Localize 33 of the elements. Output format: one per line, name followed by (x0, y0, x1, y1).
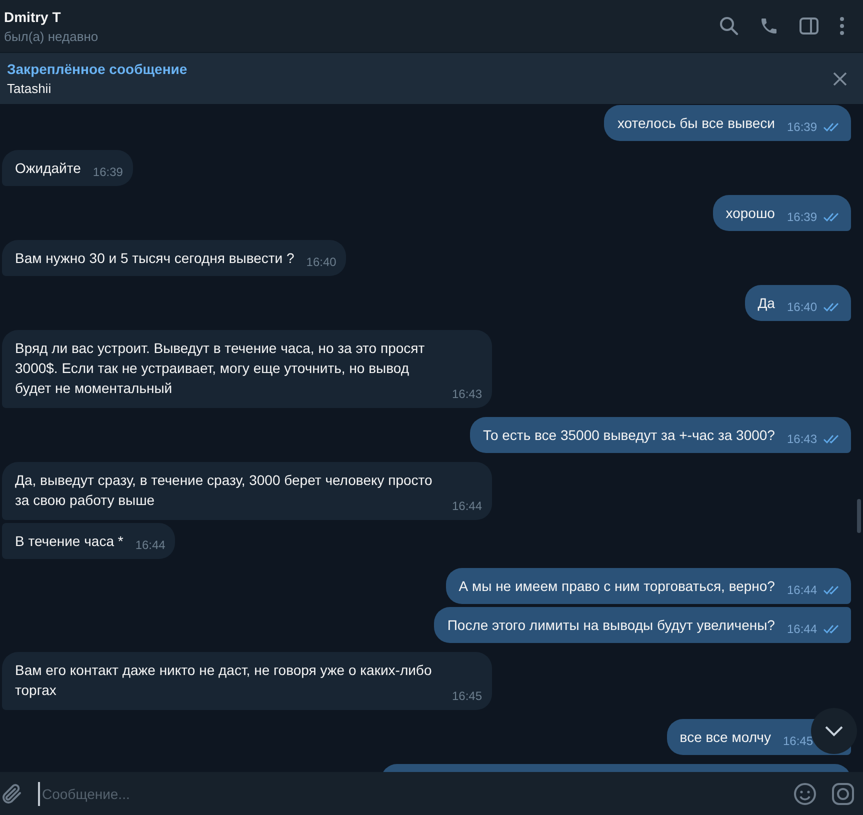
message-text: хотелось бы все вывеси (617, 114, 775, 133)
composer-bar[interactable]: Сообщение... (0, 772, 863, 815)
message-text: После этого лимиты на выводы будут увеличены? (447, 616, 775, 635)
message-text: все все молчу (680, 728, 771, 747)
message-text: В течение часа * (15, 532, 124, 551)
message-time: 16:39 (786, 119, 817, 136)
message-text: А мы не имеем право с ним торговаться, верно? (458, 577, 775, 596)
message-time: 16:44 (786, 621, 817, 638)
message-time: 16:40 (786, 299, 817, 316)
message-time: 16:43 (452, 386, 482, 403)
pinned-title: Закреплённое сообщение (7, 61, 188, 77)
message-time: 16:40 (306, 254, 336, 271)
pinned-message-bar[interactable]: Закреплённое сообщение Tatashii (0, 52, 863, 104)
message-text: Да, выведут сразу, в течение сразу, 3000 берет человеку просто за свою работу выше (15, 471, 434, 510)
message-text: То есть все 35000 выведут за +-час за 3000? (483, 426, 775, 445)
message-text: Да (758, 294, 775, 313)
message-time: 16:44 (786, 582, 817, 599)
message-time: 16:39 (92, 164, 123, 181)
message-text: Ожидайте (15, 159, 81, 178)
message-time: 16:44 (135, 537, 166, 554)
contact-status: был(а) недавно (4, 28, 98, 44)
message-input[interactable]: Сообщение... (38, 782, 779, 806)
message-time: 16:45 (452, 688, 482, 705)
pinned-text: Tatashii (7, 81, 52, 96)
message-time: 16:43 (786, 431, 817, 448)
message-time: 16:44 (452, 498, 482, 515)
message-time: 16:45 (782, 733, 813, 750)
message-text: Вам его контакт даже никто не даст, не говоря уже о каких-либо торгах (15, 661, 433, 700)
message-time: 16:39 (786, 209, 817, 226)
message-text: хорошо (726, 204, 775, 223)
contact-name: Dmitry T (4, 8, 62, 24)
message-text: Вряд ли вас устроит. Выведут в течение часа, но за это просят 3000$. Если так не устраивает, могу еще уточнить, но вывод будет не моментальный (15, 339, 426, 398)
message-text: Вам нужно 30 и 5 тысяч сегодня вывести ? (15, 249, 294, 268)
